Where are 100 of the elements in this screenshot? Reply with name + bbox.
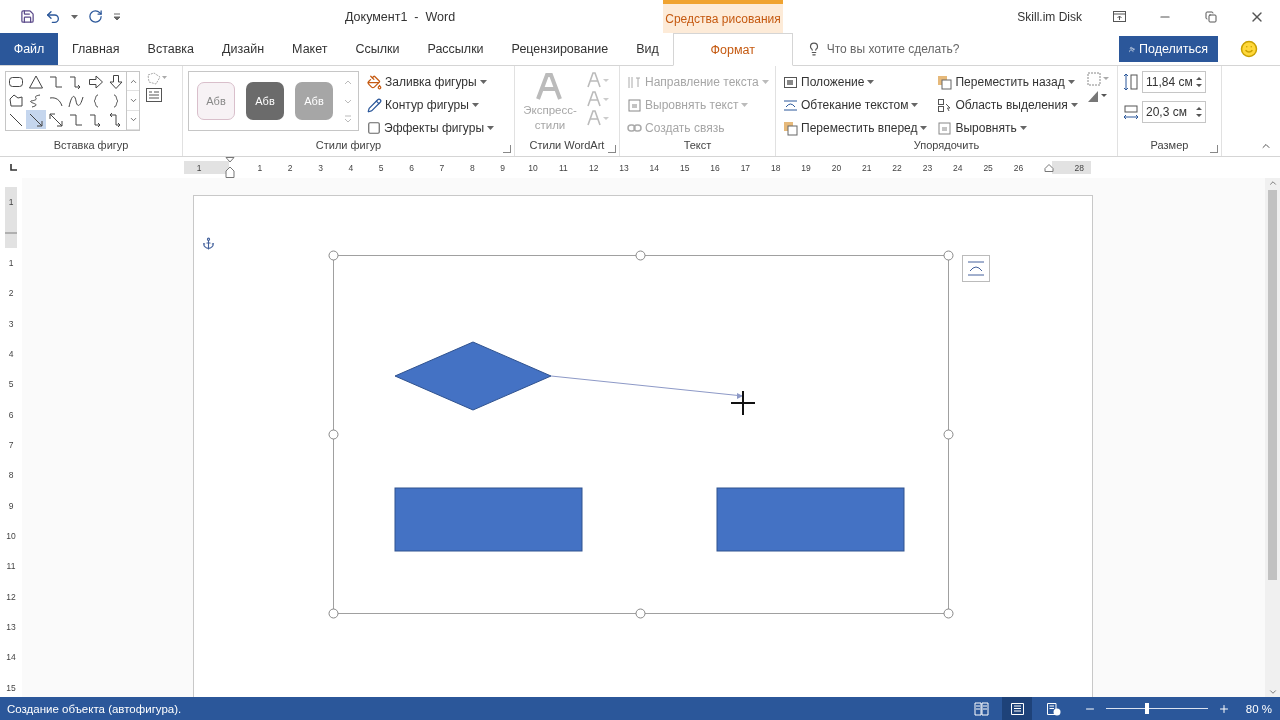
ruler-number: 4 <box>8 348 14 359</box>
ribbon-command[interactable]: Заливка фигуры <box>365 71 496 93</box>
resize-handle[interactable] <box>328 250 339 261</box>
save-icon[interactable] <box>20 9 35 24</box>
ribbon-command[interactable]: Выровнять <box>935 117 1080 139</box>
link-icon <box>627 124 642 132</box>
ruler-number: 14 <box>649 162 660 173</box>
caret-icon <box>920 126 928 130</box>
ruler-number: 7 <box>8 439 14 450</box>
layout-options-icon[interactable] <box>962 255 990 282</box>
resize-handle[interactable] <box>943 429 954 440</box>
dialog-launcher-icon[interactable] <box>608 145 616 153</box>
ruler-number: 2 <box>8 288 14 299</box>
ribbon-command[interactable]: Переместить назад <box>935 71 1080 93</box>
ruler-number: 7 <box>439 162 445 173</box>
zoom-in-icon[interactable] <box>1218 702 1230 715</box>
resize-handle[interactable] <box>943 250 954 261</box>
style-swatch[interactable]: Абв <box>246 82 284 120</box>
height-field[interactable]: 11,84 см <box>1142 71 1206 93</box>
shape-icon <box>48 73 64 90</box>
shape-option[interactable] <box>26 110 46 129</box>
ruler-number: 24 <box>953 162 963 173</box>
caret-icon <box>1067 80 1075 84</box>
text-style-icon[interactable] <box>586 109 610 127</box>
ribbon-command[interactable]: Эффекты фигуры <box>365 117 496 139</box>
drawing-canvas-frame[interactable] <box>333 255 949 614</box>
gallery-down-icon[interactable] <box>128 96 138 105</box>
caret-icon <box>471 103 479 107</box>
share-button[interactable]: Поделиться <box>1119 36 1218 62</box>
margin-marker-icon[interactable] <box>5 231 17 234</box>
paint-bucket-icon <box>367 74 382 90</box>
ruler-number: 1 <box>8 197 14 208</box>
text-style-icon[interactable] <box>586 71 610 89</box>
restore-icon[interactable] <box>1205 10 1217 23</box>
print-view-button[interactable] <box>1002 697 1032 720</box>
tell-me-field[interactable]: Что вы хотите сделать? <box>824 41 1025 57</box>
ruler-number: 8 <box>469 162 475 173</box>
dialog-launcher-icon[interactable] <box>1210 145 1218 153</box>
caret-icon <box>741 103 749 107</box>
ribbon-tab[interactable]: Рецензирование <box>497 33 623 65</box>
scroll-up-icon[interactable] <box>1267 178 1278 188</box>
smiley-icon[interactable] <box>1240 40 1258 58</box>
ribbon-tab[interactable]: Макет <box>278 33 342 65</box>
shape-icon <box>28 73 44 90</box>
ribbon-display-options-icon[interactable] <box>1112 11 1126 22</box>
ribbon-tab[interactable]: Рассылки <box>413 33 498 65</box>
zoom-percent[interactable]: 80 % <box>1236 702 1280 715</box>
shape-option[interactable] <box>86 72 106 91</box>
ruler-number: 9 <box>8 500 14 511</box>
caret-icon <box>911 103 919 107</box>
resize-handle[interactable] <box>635 608 646 619</box>
customize-toolbar-icon[interactable] <box>113 12 121 21</box>
ribbon-tab[interactable]: Формат <box>672 33 793 66</box>
ribbon-command[interactable]: Переместить вперед <box>781 117 930 139</box>
dialog-launcher-icon[interactable] <box>503 145 511 153</box>
shape-option[interactable] <box>106 72 126 91</box>
ribbon-tab[interactable]: Главная <box>58 33 134 65</box>
undo-icon[interactable] <box>45 8 61 25</box>
ruler-number: 3 <box>318 162 323 173</box>
text-style-icon[interactable] <box>586 90 610 108</box>
group-label: Стили фигур <box>314 139 383 153</box>
caret-icon <box>487 126 494 130</box>
ruler-number: 26 <box>1013 162 1024 173</box>
indent-marker-icon[interactable] <box>224 157 235 178</box>
ribbon-command[interactable]: Обтекание текстом <box>781 94 930 116</box>
selection-pane-icon <box>937 97 953 113</box>
caret-icon <box>1070 103 1078 107</box>
resize-handle[interactable] <box>328 608 339 619</box>
text-box-icon[interactable] <box>146 88 162 102</box>
right-indent-marker-icon[interactable] <box>1043 163 1054 172</box>
ribbon-command[interactable]: Положение <box>781 71 930 93</box>
pencil-icon <box>367 97 382 113</box>
position-icon <box>783 74 798 90</box>
tab-stop-icon[interactable] <box>8 162 18 173</box>
scroll-down-icon[interactable] <box>1267 687 1278 697</box>
ribbon-tab[interactable]: Файл <box>0 33 58 65</box>
ribbon-tab[interactable]: Вставка <box>133 33 209 65</box>
zoom-thumb[interactable] <box>1144 703 1149 714</box>
resize-handle[interactable] <box>328 429 339 440</box>
ruler-number: 28 <box>1074 162 1084 173</box>
caret-icon <box>867 80 875 84</box>
ruler-number: 11 <box>6 561 16 572</box>
ribbon-tab[interactable]: Дизайн <box>208 33 279 65</box>
width-field[interactable]: 20,3 см <box>1142 101 1206 123</box>
resize-handle[interactable] <box>635 250 646 261</box>
scrollbar-thumb[interactable] <box>1268 190 1277 580</box>
redo-icon[interactable] <box>88 9 103 24</box>
ribbon-tab[interactable]: Вид <box>622 33 673 65</box>
shape-option[interactable] <box>46 110 66 129</box>
shape-icon <box>48 111 64 128</box>
ruler-number: 16 <box>710 162 720 173</box>
ruler-number: 14 <box>6 652 16 663</box>
resize-handle[interactable] <box>943 608 954 619</box>
account-name[interactable]: Skill.im Disk <box>1017 0 1082 33</box>
ribbon-command[interactable]: Контур фигуры <box>365 94 496 116</box>
ribbon-tab[interactable]: Ссылки <box>341 33 414 65</box>
status-text: Создание объекта (автофигура). <box>7 702 182 715</box>
group-label: Текст <box>682 139 713 153</box>
ruler-number: 11 <box>558 162 568 173</box>
ribbon-command[interactable]: Область выделения <box>935 94 1080 116</box>
